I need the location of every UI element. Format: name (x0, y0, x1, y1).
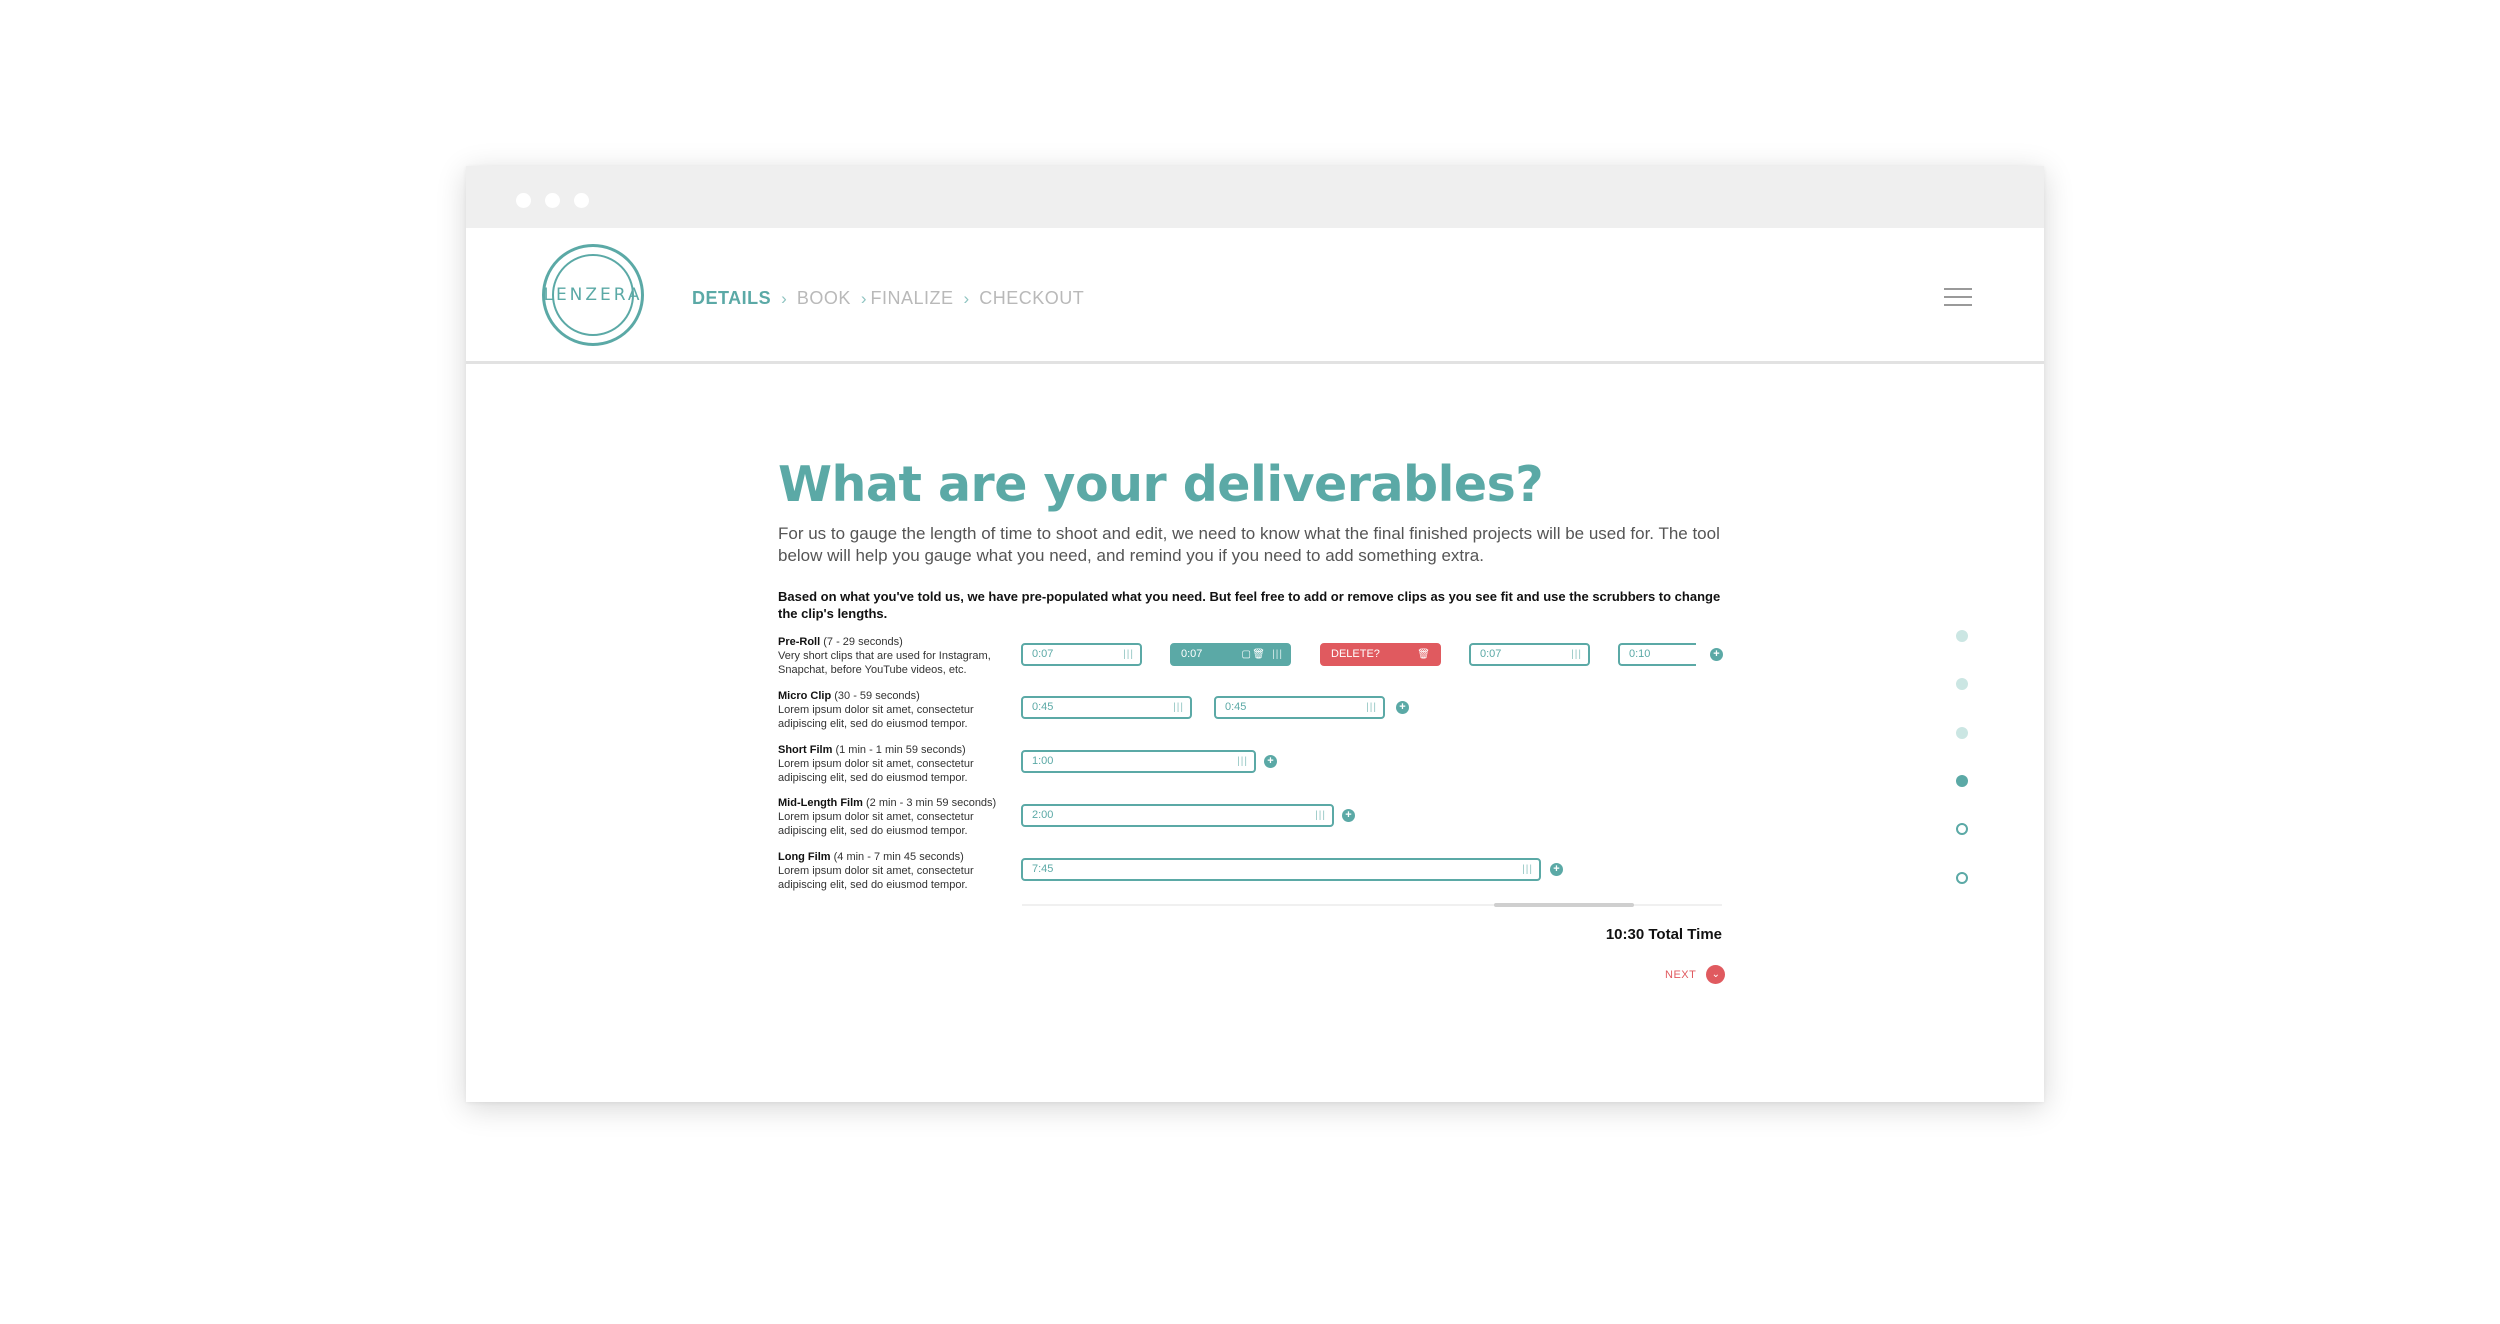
window-dot-maximize[interactable] (574, 193, 589, 208)
grip-handle-icon[interactable]: ||| (1173, 698, 1184, 717)
clip-scrubber[interactable]: 0:07 ||| (1469, 643, 1590, 666)
window-dot-close[interactable] (516, 193, 531, 208)
clip-duration: 0:10 (1629, 648, 1651, 660)
row-name: Short Film (778, 744, 833, 756)
lenzera-logo[interactable]: LENZERA (542, 244, 644, 346)
step-details[interactable]: DETAILS (692, 288, 771, 309)
clip-duration: 7:45 (1032, 863, 1054, 875)
site-header: LENZERA DETAILS › BOOK › FINALIZE › CHEC… (466, 228, 2044, 364)
browser-window: LENZERA DETAILS › BOOK › FINALIZE › CHEC… (466, 166, 2044, 1102)
instruction-text: Based on what you've told us, we have pr… (778, 589, 1721, 621)
clip-scrubber[interactable]: 0:10 (1618, 643, 1696, 666)
clip-scrubber[interactable]: 1:00 ||| (1021, 750, 1256, 773)
browser-titlebar (466, 166, 2044, 228)
chevron-right-icon: › (781, 288, 787, 308)
row-label-micro-clip: Micro Clip (30 - 59 seconds) Lorem ipsum… (778, 689, 1008, 731)
checkout-steps-breadcrumb: DETAILS › BOOK › FINALIZE › CHECKOUT (692, 288, 1084, 309)
total-time: 10:30 Total Time (1605, 926, 1722, 943)
clip-scrubber-selected[interactable]: 0:07 ▢ 🗑 ||| (1170, 643, 1291, 666)
row-range: (30 - 59 seconds) (834, 690, 920, 702)
step-book[interactable]: BOOK (797, 288, 851, 309)
chevron-right-icon: › (963, 288, 970, 308)
progress-dot-5[interactable] (1956, 823, 1968, 835)
page-title: What are your deliverables? (778, 456, 1544, 513)
add-clip-plus-icon[interactable]: + (1264, 755, 1277, 768)
progress-dot-1[interactable] (1956, 630, 1968, 642)
row-range: (4 min - 7 min 45 seconds) (833, 851, 964, 863)
clip-duration: 0:45 (1032, 701, 1054, 713)
grip-handle-icon[interactable]: ||| (1237, 752, 1248, 771)
grip-handle-icon[interactable]: ||| (1123, 645, 1134, 664)
grip-handle-icon[interactable]: ||| (1571, 645, 1582, 664)
chevron-down-icon: ⌄ (1706, 965, 1726, 984)
clip-duration: 0:07 (1181, 648, 1203, 660)
row-desc: Lorem ipsum dolor sit amet, consectetur … (778, 865, 974, 891)
grip-handle-icon[interactable]: ||| (1522, 860, 1533, 879)
progress-dot-current[interactable] (1956, 775, 1968, 787)
clip-scrubber[interactable]: 2:00 ||| (1021, 804, 1334, 827)
clip-scrubber[interactable]: 0:45 ||| (1214, 696, 1385, 719)
add-clip-plus-icon[interactable]: + (1342, 809, 1355, 822)
add-clip-plus-icon[interactable]: + (1550, 863, 1563, 876)
progress-dot-6[interactable] (1956, 872, 1968, 884)
hamburger-menu-icon[interactable] (1944, 286, 1972, 308)
row-label-mid-length-film: Mid-Length Film (2 min - 3 min 59 second… (778, 796, 1008, 838)
logo-text: LENZERA (543, 285, 643, 305)
step-checkout[interactable]: CHECKOUT (979, 288, 1084, 309)
add-clip-plus-icon[interactable]: + (1710, 648, 1723, 661)
logo-inner-ring: LENZERA (543, 254, 640, 336)
row-name: Mid-Length Film (778, 797, 863, 809)
grip-handle-icon[interactable]: ||| (1272, 645, 1283, 664)
grip-handle-icon[interactable]: ||| (1315, 806, 1326, 825)
clip-duration: 0:07 (1032, 648, 1054, 660)
add-clip-plus-icon[interactable]: + (1396, 701, 1409, 714)
delete-label: DELETE? (1331, 648, 1380, 660)
progress-dot-2[interactable] (1956, 678, 1968, 690)
row-range: (1 min - 1 min 59 seconds) (835, 744, 966, 756)
row-desc: Lorem ipsum dolor sit amet, consectetur … (778, 811, 974, 837)
row-name: Long Film (778, 851, 831, 863)
clip-scrubber[interactable]: 7:45 ||| (1021, 858, 1541, 881)
clip-duration: 0:07 (1480, 648, 1502, 660)
clip-scrubber[interactable]: 0:07 ||| (1021, 643, 1142, 666)
row-name: Micro Clip (778, 690, 832, 702)
row-desc: Lorem ipsum dolor sit amet, consectetur … (778, 704, 974, 730)
delete-confirm-button[interactable]: DELETE? 🗑 (1320, 643, 1441, 666)
window-dot-minimize[interactable] (545, 193, 560, 208)
timeline-scrollbar[interactable] (1494, 903, 1634, 907)
chevron-right-icon: › (860, 288, 867, 308)
clip-duration: 0:45 (1225, 701, 1247, 713)
copy-icon[interactable]: ▢ (1242, 645, 1251, 664)
row-label-long-film: Long Film (4 min - 7 min 45 seconds) Lor… (778, 850, 1008, 892)
row-range: (7 - 29 seconds) (823, 636, 903, 648)
next-label: NEXT (1665, 968, 1697, 981)
next-button[interactable]: NEXT ⌄ (1665, 965, 1726, 984)
grip-handle-icon[interactable]: ||| (1366, 698, 1377, 717)
step-finalize[interactable]: FINALIZE (871, 288, 954, 309)
progress-dot-3[interactable] (1956, 727, 1968, 739)
clip-scrubber[interactable]: 0:45 ||| (1021, 696, 1192, 719)
row-desc: Very short clips that are used for Insta… (778, 650, 991, 676)
intro-text: For us to gauge the length of time to sh… (778, 524, 1720, 565)
row-range: (2 min - 3 min 59 seconds) (866, 797, 997, 809)
row-name: Pre-Roll (778, 636, 821, 648)
clip-duration: 2:00 (1032, 809, 1054, 821)
trash-icon[interactable]: 🗑 (1252, 645, 1265, 664)
clip-duration: 1:00 (1032, 755, 1054, 767)
row-label-short-film: Short Film (1 min - 1 min 59 seconds) Lo… (778, 743, 1008, 785)
row-desc: Lorem ipsum dolor sit amet, consectetur … (778, 758, 974, 784)
trash-icon: 🗑 (1417, 649, 1430, 660)
row-label-pre-roll: Pre-Roll (7 - 29 seconds) Very short cli… (778, 635, 1008, 677)
